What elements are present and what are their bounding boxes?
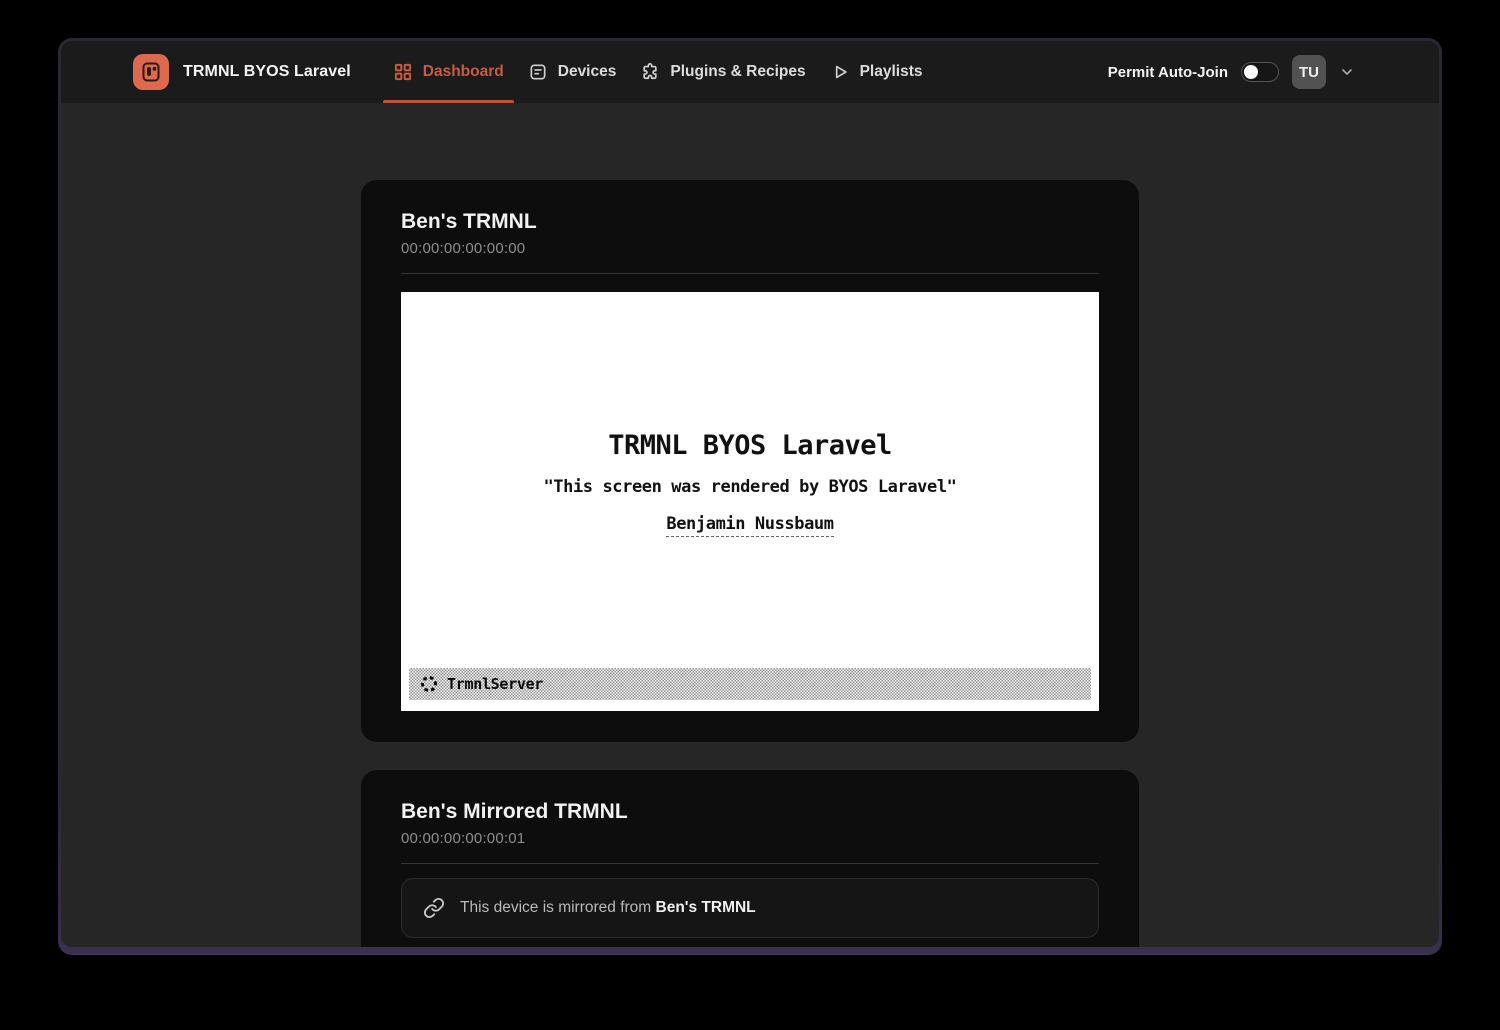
- mirror-note-text: This device is mirrored from Ben's TRMNL: [460, 899, 756, 917]
- nav-label: Playlists: [860, 63, 923, 81]
- nav-tab-plugins-recipes[interactable]: Plugins & Recipes: [628, 41, 817, 103]
- trmnl-logo-icon: [133, 54, 169, 90]
- nav-tab-devices[interactable]: Devices: [516, 41, 629, 103]
- divider: [401, 273, 1099, 274]
- divider: [401, 863, 1099, 864]
- main-nav: Dashboard Devices: [381, 41, 935, 103]
- nav-tab-dashboard[interactable]: Dashboard: [381, 41, 516, 103]
- dashboard-grid-icon: [393, 62, 413, 82]
- devices-list-icon: [528, 62, 548, 82]
- mirror-note-prefix: This device is mirrored from: [460, 899, 656, 916]
- nav-tab-playlists[interactable]: Playlists: [818, 41, 935, 103]
- spinner-icon: [420, 675, 438, 693]
- mirror-info-banner: This device is mirrored from Ben's TRMNL: [401, 878, 1099, 938]
- device-mac-address: 00:00:00:00:00:00: [401, 240, 1099, 257]
- nav-label: Devices: [558, 63, 617, 81]
- nav-label: Plugins & Recipes: [670, 63, 805, 81]
- device-name: Ben's TRMNL: [401, 210, 1099, 234]
- dashboard-content: Ben's TRMNL 00:00:00:00:00:00 TRMNL BYOS…: [61, 103, 1439, 947]
- user-avatar[interactable]: TU: [1292, 55, 1326, 89]
- app-title: TRMNL BYOS Laravel: [183, 63, 351, 81]
- app-window: TRMNL BYOS Laravel Dashboard: [61, 41, 1439, 947]
- screen-heading: TRMNL BYOS Laravel: [401, 430, 1099, 461]
- device-name: Ben's Mirrored TRMNL: [401, 800, 1099, 824]
- nav-label: Dashboard: [423, 63, 504, 81]
- device-screen-preview: TRMNL BYOS Laravel "This screen was rend…: [401, 292, 1099, 711]
- screen-content: TRMNL BYOS Laravel "This screen was rend…: [401, 292, 1099, 537]
- brand: TRMNL BYOS Laravel: [133, 41, 351, 103]
- chevron-down-icon[interactable]: [1339, 64, 1355, 80]
- permit-auto-join-label: Permit Auto-Join: [1108, 64, 1228, 81]
- screen-status-label: TrmnlServer: [447, 675, 543, 693]
- app-window-frame: TRMNL BYOS Laravel Dashboard: [58, 38, 1442, 954]
- navbar-right: Permit Auto-Join TU: [1108, 41, 1355, 103]
- toggle-knob: [1244, 65, 1258, 79]
- permit-auto-join-toggle[interactable]: [1241, 62, 1279, 82]
- device-card-bens-trmnl: Ben's TRMNL 00:00:00:00:00:00 TRMNL BYOS…: [361, 180, 1139, 742]
- screen-status-bar: TrmnlServer: [409, 668, 1091, 700]
- puzzle-icon: [640, 62, 660, 82]
- screen-quote: "This screen was rendered by BYOS Larave…: [401, 477, 1099, 497]
- desktop-background: TRMNL BYOS Laravel Dashboard: [0, 0, 1500, 1030]
- link-icon: [423, 897, 445, 919]
- device-card-bens-mirrored-trmnl: Ben's Mirrored TRMNL 00:00:00:00:00:01 T…: [361, 770, 1139, 947]
- device-mac-address: 00:00:00:00:00:01: [401, 830, 1099, 847]
- screen-author: Benjamin Nussbaum: [666, 514, 833, 537]
- play-icon: [830, 62, 850, 82]
- top-navbar: TRMNL BYOS Laravel Dashboard: [61, 41, 1439, 103]
- mirror-source-device: Ben's TRMNL: [656, 899, 756, 916]
